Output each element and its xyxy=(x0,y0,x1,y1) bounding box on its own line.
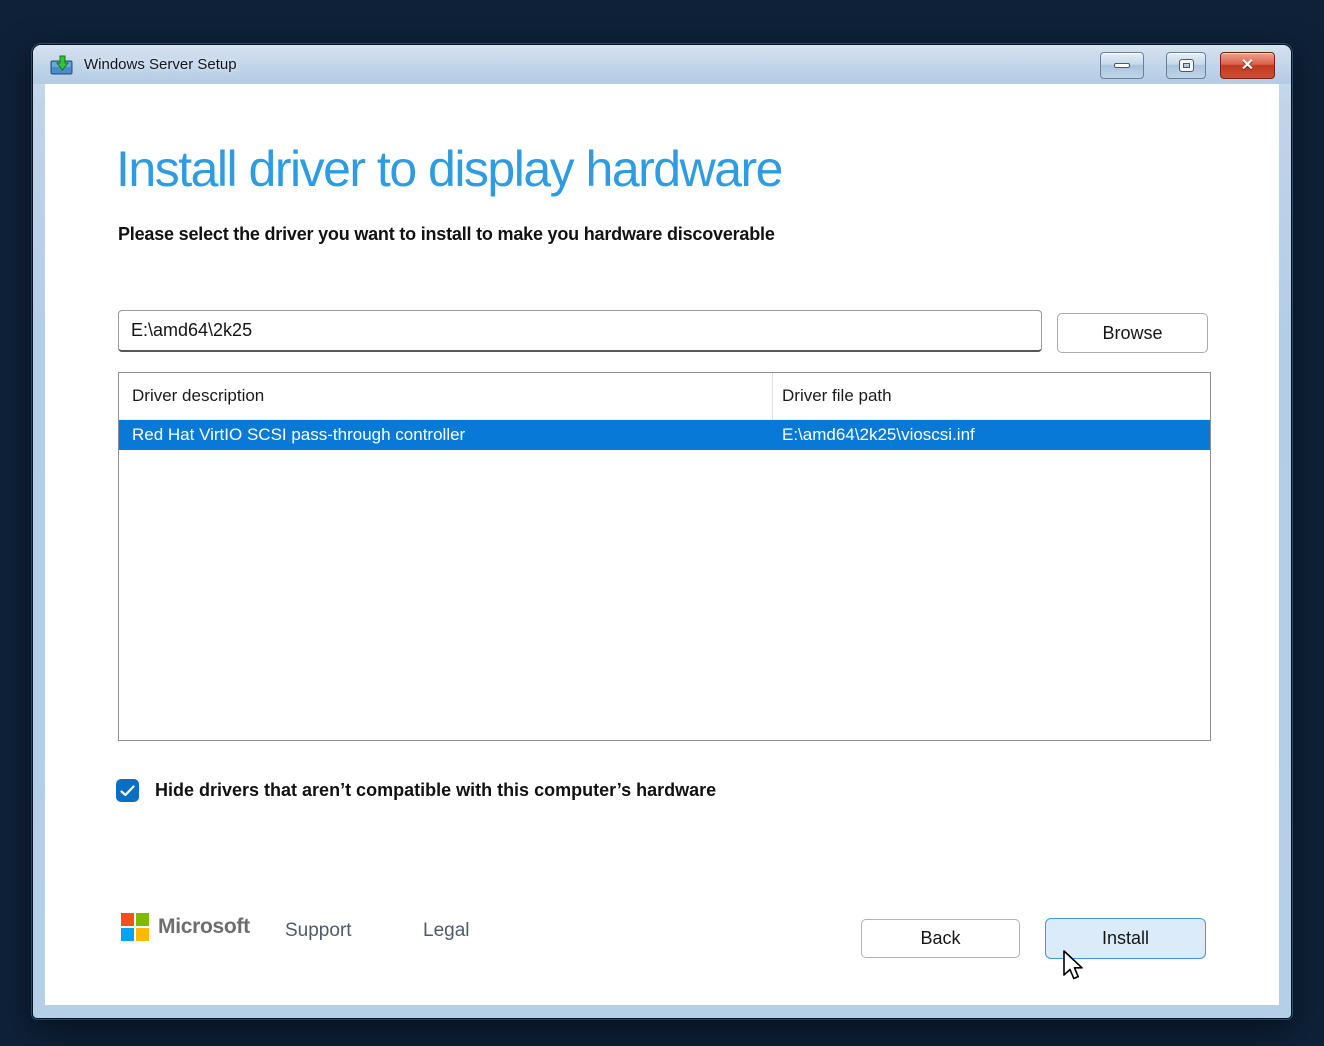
minimize-icon xyxy=(1114,63,1130,68)
hide-incompatible-checkbox[interactable] xyxy=(116,779,139,802)
column-divider xyxy=(772,373,773,420)
checkmark-icon xyxy=(120,785,135,797)
dialog-content: Install driver to display hardware Pleas… xyxy=(45,84,1279,1005)
title-bar[interactable]: Windows Server Setup ✕ xyxy=(33,45,1291,84)
close-icon: ✕ xyxy=(1241,58,1254,74)
column-header-driver-file-path[interactable]: Driver file path xyxy=(782,386,892,406)
microsoft-wordmark: Microsoft xyxy=(158,915,250,939)
close-button[interactable]: ✕ xyxy=(1220,52,1275,79)
ms-logo-blue-square xyxy=(121,928,134,941)
driver-list[interactable]: Driver description Driver file path Red … xyxy=(118,372,1211,741)
browse-button[interactable]: Browse xyxy=(1057,313,1208,353)
windows-server-setup-window: Windows Server Setup ✕ Install driver to… xyxy=(33,45,1291,1018)
ms-logo-green-square xyxy=(136,913,149,926)
driver-row-selected[interactable]: Red Hat VirtIO SCSI pass-through control… xyxy=(119,420,1210,450)
maximize-icon xyxy=(1180,60,1193,71)
driver-description-cell: Red Hat VirtIO SCSI pass-through control… xyxy=(132,425,465,445)
install-button[interactable]: Install xyxy=(1045,918,1206,959)
back-button[interactable]: Back xyxy=(861,919,1020,958)
driver-list-header: Driver description Driver file path xyxy=(119,373,1210,420)
page-subtitle: Please select the driver you want to ins… xyxy=(118,224,775,245)
minimize-button[interactable] xyxy=(1100,52,1144,79)
setup-app-icon xyxy=(50,55,74,75)
driver-file-path-cell: E:\amd64\2k25\vioscsi.inf xyxy=(782,425,975,445)
hide-incompatible-drivers-row: Hide drivers that aren’t compatible with… xyxy=(116,779,716,802)
window-controls: ✕ xyxy=(1100,52,1275,79)
maximize-button[interactable] xyxy=(1166,52,1206,79)
window-title: Windows Server Setup xyxy=(84,56,237,73)
microsoft-brand: Microsoft xyxy=(121,913,250,941)
driver-path-input[interactable] xyxy=(118,310,1042,352)
column-header-driver-description[interactable]: Driver description xyxy=(132,386,264,406)
ms-logo-yellow-square xyxy=(136,928,149,941)
ms-logo-red-square xyxy=(121,913,134,926)
legal-link[interactable]: Legal xyxy=(423,920,470,942)
hide-incompatible-label: Hide drivers that aren’t compatible with… xyxy=(155,780,716,801)
microsoft-logo-icon xyxy=(121,913,149,941)
page-title: Install driver to display hardware xyxy=(116,140,782,198)
support-link[interactable]: Support xyxy=(285,920,352,942)
desktop-background: Windows Server Setup ✕ Install driver to… xyxy=(0,0,1324,1046)
